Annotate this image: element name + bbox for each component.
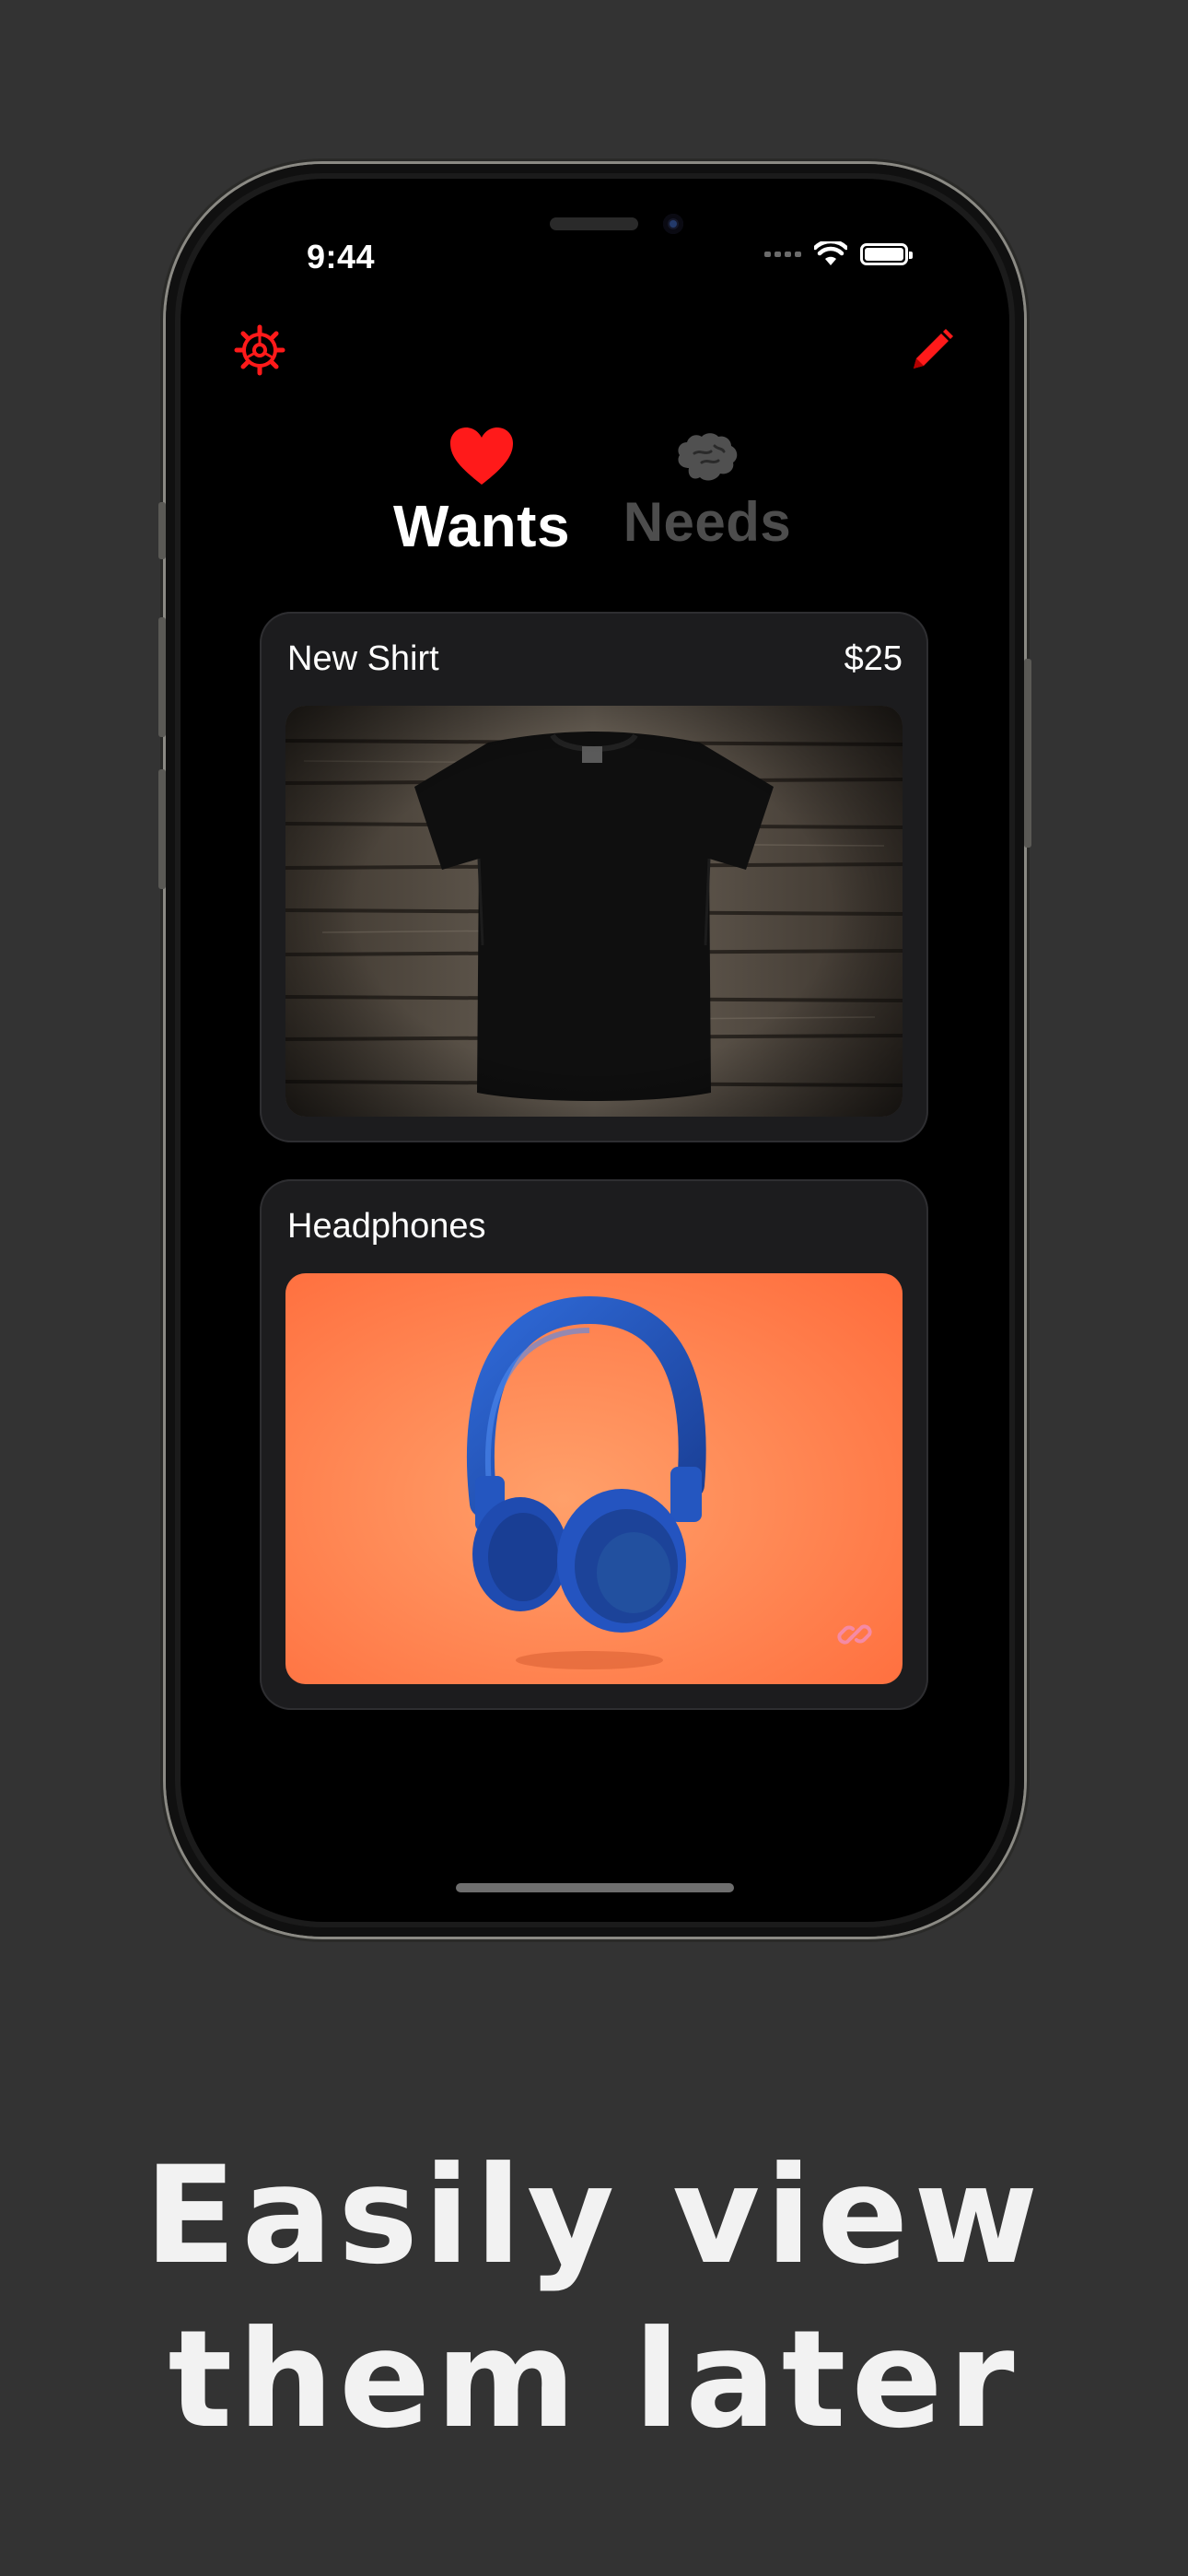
cellular-signal-icon <box>764 252 801 257</box>
item-title: Headphones <box>287 1207 486 1246</box>
action-button <box>158 502 166 559</box>
caption-line-1: Easily view <box>144 2137 1044 2294</box>
item-title: New Shirt <box>287 639 439 678</box>
wifi-icon <box>814 241 847 265</box>
tab-needs[interactable]: Needs <box>617 431 798 554</box>
wishlist-card[interactable]: New Shirt $25 <box>260 612 928 1142</box>
earpiece-speaker <box>550 217 638 230</box>
status-icons <box>764 241 913 267</box>
brain-icon <box>678 433 738 481</box>
front-camera <box>663 214 683 234</box>
volume-up-button <box>158 617 166 737</box>
item-price: $25 <box>844 639 903 678</box>
tab-wants[interactable]: Wants <box>385 426 578 560</box>
item-image <box>285 706 903 1117</box>
edit-button[interactable] <box>904 324 960 380</box>
wishlist-card[interactable]: Headphones <box>260 1179 928 1710</box>
gear-icon <box>234 324 285 376</box>
item-image <box>285 1273 903 1684</box>
pencil-icon <box>914 329 953 369</box>
link-icon[interactable] <box>834 1614 875 1655</box>
heart-icon <box>450 427 513 485</box>
volume-down-button <box>158 769 166 889</box>
tab-wants-label: Wants <box>392 493 571 559</box>
battery-icon <box>860 243 913 265</box>
home-indicator[interactable] <box>456 1883 734 1892</box>
headphones-photo <box>285 1273 903 1684</box>
power-button <box>1024 659 1031 848</box>
settings-button[interactable] <box>234 324 289 380</box>
tab-needs-label: Needs <box>623 491 792 553</box>
caption-line-2: them later <box>168 2301 1020 2458</box>
tshirt-photo <box>285 706 903 1117</box>
status-time: 9:44 <box>307 238 376 275</box>
